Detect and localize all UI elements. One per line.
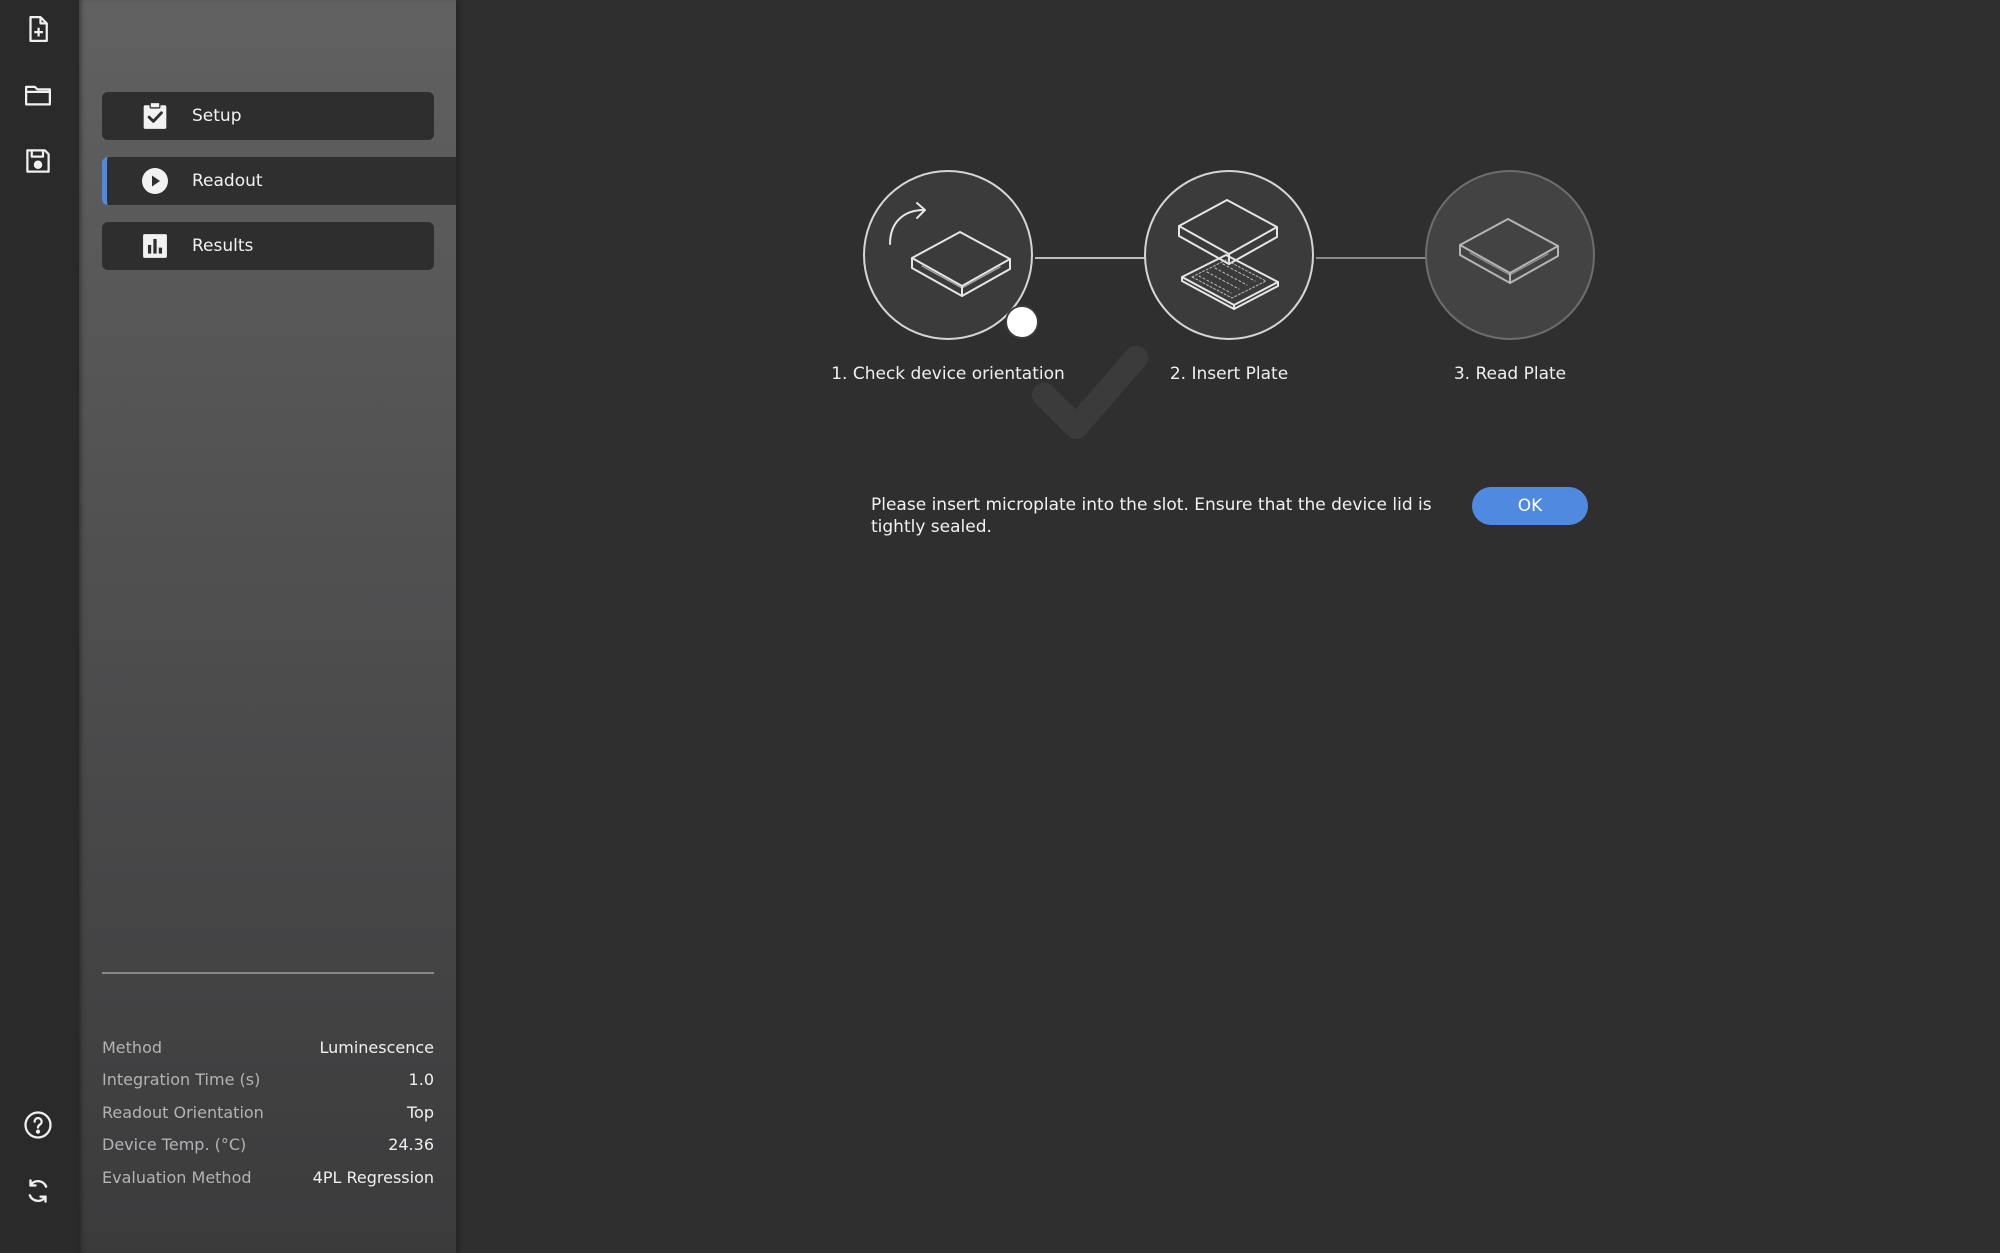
open-folder-icon xyxy=(25,85,51,106)
nav-item-readout[interactable]: Readout xyxy=(102,157,456,205)
info-row-device-temp: Device Temp. (°C) 24.36 xyxy=(102,1128,434,1160)
sync-button[interactable] xyxy=(18,1171,58,1211)
info-value: Luminescence xyxy=(319,1037,434,1057)
info-row-method: Method Luminescence xyxy=(102,1031,434,1063)
save-icon xyxy=(26,149,50,173)
new-file-button[interactable] xyxy=(18,9,58,49)
nav-item-results[interactable]: Results xyxy=(102,222,434,270)
step-label-2: 2. Insert Plate xyxy=(1169,364,1289,384)
step-label-3: 3. Read Plate xyxy=(1453,364,1567,384)
icon-rail xyxy=(0,0,79,1253)
instruction-message: Please insert microplate into the slot. … xyxy=(871,495,1432,537)
app-window: Setup Readout Results Method Luminescenc… xyxy=(0,0,2000,1253)
workflow-panel: Setup Readout Results Method Luminescenc… xyxy=(79,0,456,1253)
step-done-check-icon xyxy=(1005,305,1149,439)
step-circle-1 xyxy=(863,170,1149,439)
panel-divider xyxy=(102,972,434,974)
bar-chart-icon xyxy=(141,232,169,260)
nav-label-results: Results xyxy=(192,236,254,256)
step-label-1: 1. Check device orientation xyxy=(831,364,1065,384)
nav-label-setup: Setup xyxy=(192,106,242,126)
readout-stepper: 1. Check device orientation 2. Insert Pl… xyxy=(831,170,1620,439)
info-row-integration-time: Integration Time (s) 1.0 xyxy=(102,1063,434,1095)
info-label: Device Temp. (°C) xyxy=(102,1134,247,1154)
help-icon xyxy=(24,1111,52,1139)
step-connector xyxy=(1035,257,1146,259)
save-button[interactable] xyxy=(18,141,58,181)
info-row-evaluation-method: Evaluation Method 4PL Regression xyxy=(102,1161,434,1193)
info-label: Readout Orientation xyxy=(102,1102,264,1122)
info-label: Integration Time (s) xyxy=(102,1069,261,1089)
read-plate-icon xyxy=(1459,218,1559,284)
info-value: 24.36 xyxy=(388,1134,434,1154)
info-value: 1.0 xyxy=(408,1069,434,1089)
new-file-icon xyxy=(29,16,48,42)
info-label: Method xyxy=(102,1037,163,1057)
sync-icon xyxy=(28,1179,48,1203)
info-value: 4PL Regression xyxy=(312,1167,434,1187)
help-button[interactable] xyxy=(18,1105,58,1145)
step-circle-3 xyxy=(1425,170,1595,340)
step-connector xyxy=(1316,257,1427,259)
nav-label-readout: Readout xyxy=(192,171,263,191)
step-circle-2 xyxy=(1144,170,1314,340)
play-circle-icon xyxy=(141,167,169,195)
clipboard-check-icon xyxy=(141,102,169,130)
insert-plate-icon xyxy=(1178,199,1279,310)
nav-item-setup[interactable]: Setup xyxy=(102,92,434,140)
open-folder-button[interactable] xyxy=(18,75,58,115)
info-label: Evaluation Method xyxy=(102,1167,252,1187)
info-value: Top xyxy=(407,1102,434,1122)
info-row-readout-orientation: Readout Orientation Top xyxy=(102,1096,434,1128)
ok-button[interactable]: OK xyxy=(1472,487,1588,525)
